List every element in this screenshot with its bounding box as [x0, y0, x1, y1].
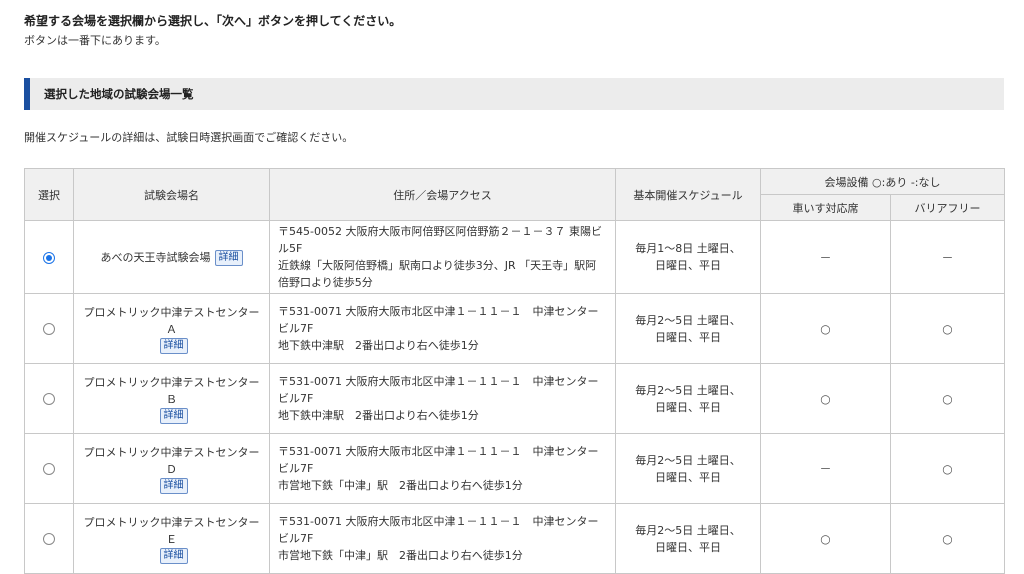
instructions: 希望する会場を選択欄から選択し、「次へ」ボタンを押してください。 ボタンは一番下…: [24, 12, 401, 48]
table-row: プロメトリック中津テストセンター Ａ詳細 〒531-0071 大阪府大阪市北区中…: [24, 293, 1006, 364]
venue-address: 〒545-0052 大阪府大阪市阿倍野区阿倍野筋２－１－３７ 東陽ビル5F: [278, 225, 602, 255]
detail-button[interactable]: 詳細: [159, 547, 188, 564]
schedule-note: 開催スケジュールの詳細は、試験日時選択画面でご確認ください。: [24, 131, 354, 144]
venue-address: 〒531-0071 大阪府大阪市北区中津１－１１－１ 中津センタービル7F: [278, 305, 599, 335]
venue-radio[interactable]: [43, 251, 55, 264]
barrierfree-status: ○: [942, 531, 953, 546]
venue-access: 地下鉄中津駅 2番出口より右へ徒歩1分: [278, 409, 479, 422]
barrierfree-status: ○: [942, 321, 953, 336]
table-row: プロメトリック中津テストセンター Ｂ詳細 〒531-0071 大阪府大阪市北区中…: [24, 363, 1006, 434]
schedule-line1: 毎月1～8日 土曜日、: [635, 242, 741, 255]
detail-button[interactable]: 詳細: [159, 337, 188, 354]
wheelchair-status: ○: [820, 391, 831, 406]
wheelchair-status: ○: [820, 531, 831, 546]
venue-access: 市営地下鉄「中津」駅 2番出口より右へ徒歩1分: [278, 549, 523, 562]
venue-radio[interactable]: [43, 323, 55, 335]
header-select: 選択: [24, 168, 74, 221]
header-schedule: 基本開催スケジュール: [615, 168, 761, 221]
schedule-line1: 毎月2～5日 土曜日、: [635, 313, 741, 327]
schedule-line2: 日曜日、平日: [655, 470, 721, 484]
barrierfree-status: ○: [942, 391, 953, 406]
venue-address: 〒531-0071 大阪府大阪市北区中津１－１１－１ 中津センタービル7F: [278, 375, 599, 405]
schedule-line2: 日曜日、平日: [655, 540, 721, 554]
schedule-line2: 日曜日、平日: [655, 330, 721, 344]
instruction-main: 希望する会場を選択欄から選択し、「次へ」ボタンを押してください。: [24, 14, 402, 28]
venue-access: 市営地下鉄「中津」駅 2番出口より右へ徒歩1分: [278, 479, 523, 492]
wheelchair-status: －: [819, 250, 832, 265]
wheelchair-status: －: [819, 462, 832, 476]
detail-button[interactable]: 詳細: [214, 249, 243, 266]
schedule-line1: 毎月2～5日 土曜日、: [635, 383, 741, 397]
venue-radio[interactable]: [43, 463, 55, 475]
table-row: プロメトリック中津テストセンター Ｅ詳細 〒531-0071 大阪府大阪市北区中…: [24, 503, 1006, 574]
venue-table: 選択 試験会場名 住所／会場アクセス 基本開催スケジュール 会場設備 ○:あり …: [24, 168, 1006, 574]
detail-button[interactable]: 詳細: [159, 477, 188, 494]
table-row: あべの天王寺試験会場 詳細 〒545-0052 大阪府大阪市阿倍野区阿倍野筋２－１…: [24, 220, 1006, 294]
table-row: プロメトリック中津テストセンター Ｄ詳細 〒531-0071 大阪府大阪市北区中…: [24, 433, 1006, 504]
venue-access: 地下鉄中津駅 2番出口より右へ徒歩1分: [278, 339, 479, 352]
venue-name: プロメトリック中津テストセンター Ｅ: [83, 515, 260, 546]
schedule-line1: 毎月2～5日 土曜日、: [635, 523, 741, 537]
header-venue-name: 試験会場名: [73, 168, 270, 221]
header-facilities: 会場設備 ○:あり -:なし: [759, 168, 1006, 195]
header-wheelchair: 車いす対応席: [760, 194, 891, 221]
venue-name: あべの天王寺試験会場: [100, 250, 211, 264]
header-address: 住所／会場アクセス: [269, 168, 616, 221]
venue-radio[interactable]: [43, 533, 55, 545]
instruction-sub: ボタンは一番下にあります。: [24, 34, 166, 47]
venue-address: 〒531-0071 大阪府大阪市北区中津１－１１－１ 中津センタービル7F: [278, 445, 599, 475]
schedule-line2: 日曜日、平日: [655, 259, 721, 272]
detail-button[interactable]: 詳細: [159, 407, 188, 424]
venue-name: プロメトリック中津テストセンター Ａ: [83, 305, 260, 336]
venue-address: 〒531-0071 大阪府大阪市北区中津１－１１－１ 中津センタービル7F: [278, 515, 599, 545]
venue-radio[interactable]: [43, 393, 55, 405]
barrierfree-status: －: [941, 250, 954, 265]
venue-name: プロメトリック中津テストセンター Ｄ: [83, 445, 260, 476]
header-barrierfree: バリアフリー: [889, 194, 1006, 221]
section-title: 選択した地域の試験会場一覧: [44, 87, 194, 101]
schedule-line1: 毎月2～5日 土曜日、: [635, 453, 741, 467]
schedule-line2: 日曜日、平日: [655, 400, 721, 414]
wheelchair-status: ○: [820, 321, 831, 336]
section-heading: 選択した地域の試験会場一覧: [24, 78, 1004, 110]
venue-name: プロメトリック中津テストセンター Ｂ: [83, 375, 260, 406]
barrierfree-status: ○: [942, 461, 953, 476]
venue-access: 近鉄線「大阪阿倍野橋」駅南口より徒歩3分、JR 「天王寺」駅阿倍野口より徒歩5分: [278, 259, 597, 289]
